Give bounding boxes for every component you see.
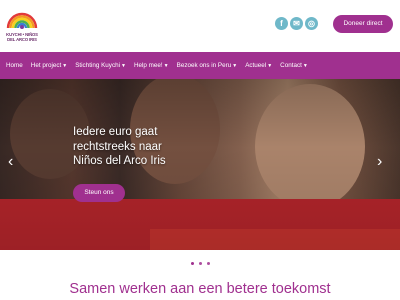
hero-slider: Iedere euro gaat rechtstreeks naar Niños… [0,79,400,250]
mail-icon[interactable]: ✉ [290,17,303,30]
nav-item-help-mee[interactable]: Help mee!▼ [130,52,173,79]
nav-item-label: Bezoek ons in Peru [176,62,232,69]
nav-item-stichting-kuychi[interactable]: Stichting Kuychi▼ [71,52,130,79]
slider-prev-icon[interactable]: ‹ [8,152,13,172]
nav-item-bezoek-ons[interactable]: Bezoek ons in Peru▼ [173,52,242,79]
chevron-down-icon: ▼ [267,63,273,69]
section-heading: Samen werken aan een betere toekomst [69,281,331,297]
nav-item-label: Help mee! [133,62,163,69]
hero-caption-line: rechtstreeks naar [73,140,162,153]
nav-item-home[interactable]: Home [2,52,27,79]
logo-text: KUYCHI • NIÑOS DEL ARCO IRIS [6,32,38,42]
site-header: KUYCHI • NIÑOS DEL ARCO IRIS f ✉ ◎ Donee… [0,0,400,52]
hero-caption: Iedere euro gaat rechtstreeks naar Niños… [73,125,203,169]
nav-item-label: Stichting Kuychi [75,62,121,69]
chevron-down-icon: ▼ [62,63,68,69]
nav-item-label: Het project [30,62,62,69]
slider-dots [0,255,400,273]
nav-item-contact[interactable]: Contact▼ [276,52,312,79]
nav-item-label: Home [6,62,23,69]
slider-dot[interactable] [198,262,202,266]
site-logo[interactable]: KUYCHI • NIÑOS DEL ARCO IRIS [4,8,40,48]
chevron-down-icon: ▼ [121,63,126,69]
instagram-icon[interactable]: ◎ [305,17,318,30]
chevron-down-icon: ▼ [302,63,308,69]
nav-item-label: Contact [280,62,302,69]
donate-button[interactable]: Doneer direct [333,15,393,33]
support-button[interactable]: Steun ons [73,184,125,202]
slider-dot[interactable] [206,262,210,266]
hero-caption-line: Niños del Arco Iris [73,155,166,167]
chevron-down-icon: ▼ [163,63,169,69]
facebook-icon[interactable]: f [275,17,288,30]
nav-item-label: Actueel [245,62,267,69]
slider-dot[interactable] [190,262,194,266]
main-nav: Home Het project▼ Stichting Kuychi▼ Help… [0,52,400,79]
nav-item-actueel[interactable]: Actueel▼ [241,52,276,79]
slider-next-icon[interactable]: › [377,152,382,172]
nav-item-het-project[interactable]: Het project▼ [27,52,71,79]
rainbow-logo-icon [6,12,38,29]
hero-caption-line: Iedere euro gaat [73,126,158,138]
chevron-down-icon: ▼ [232,63,238,69]
